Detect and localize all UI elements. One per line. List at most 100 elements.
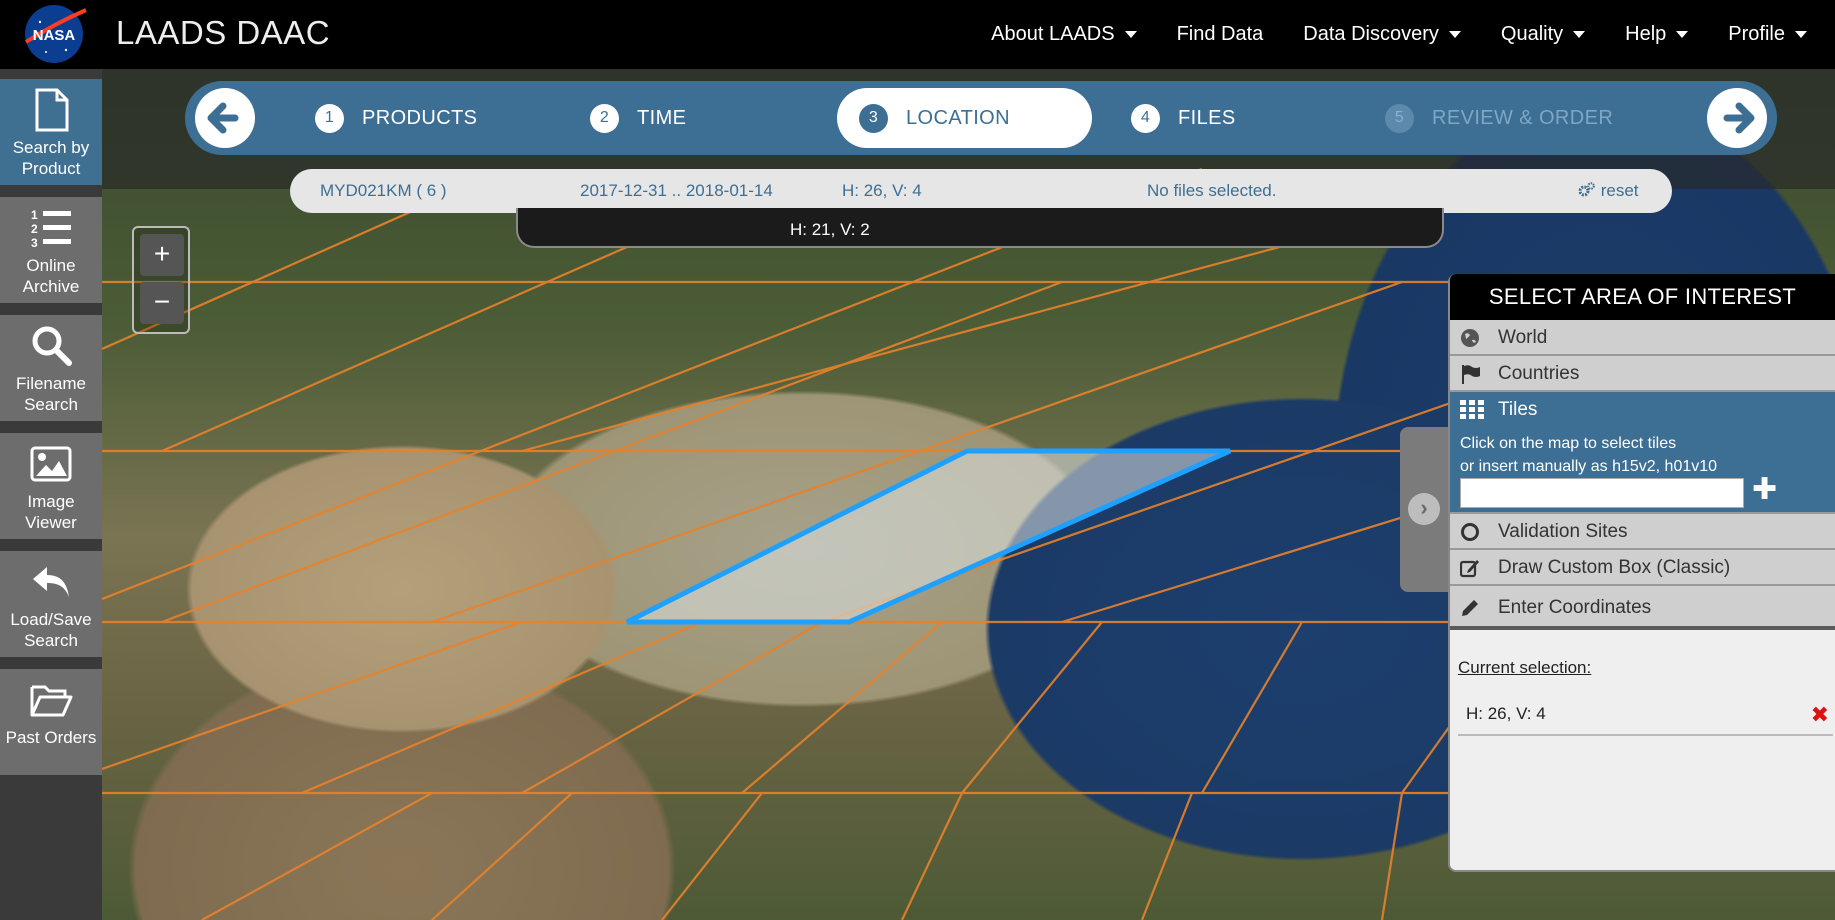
panel-collapse-tab[interactable]: › xyxy=(1400,427,1450,592)
step-products[interactable]: 1 PRODUCTS xyxy=(315,88,477,148)
arrow-right-icon xyxy=(1723,102,1755,134)
svg-text:3: 3 xyxy=(31,236,38,250)
step-review-order: 5 REVIEW & ORDER xyxy=(1385,88,1613,148)
current-selection-value: H: 26, V: 4 xyxy=(1466,704,1546,723)
caret-down-icon xyxy=(1448,31,1461,38)
nav-label: Data Discovery xyxy=(1303,23,1439,45)
zoom-out-button[interactable]: − xyxy=(140,282,184,324)
tiles-input[interactable] xyxy=(1460,478,1744,508)
nav-data-discovery[interactable]: Data Discovery xyxy=(1303,23,1461,46)
sidebar-item-online-archive[interactable]: 1 2 3 Online Archive xyxy=(0,197,102,309)
summary-daterange[interactable]: 2017-12-31 .. 2018-01-14 xyxy=(580,181,773,201)
step-label: LOCATION xyxy=(906,106,1010,129)
zoom-control: + − xyxy=(132,226,190,334)
panel-title: SELECT AREA OF INTEREST xyxy=(1450,274,1835,320)
step-files[interactable]: 4 FILES xyxy=(1131,88,1236,148)
option-tiles[interactable]: Tiles Click on the map to select tiles o… xyxy=(1450,392,1835,514)
option-enter-coordinates[interactable]: Enter Coordinates xyxy=(1450,586,1835,630)
nav-find-data[interactable]: Find Data xyxy=(1177,23,1264,46)
edit-icon xyxy=(1460,560,1479,578)
step-label: TIME xyxy=(637,106,687,129)
sidebar-label: Past Orders xyxy=(5,728,97,747)
tiles-help-text: Click on the map to select tiles or inse… xyxy=(1460,432,1717,478)
step-time[interactable]: 2 TIME xyxy=(590,88,686,148)
caret-down-icon xyxy=(1795,31,1807,38)
sidebar-label: Filename Search xyxy=(16,374,86,414)
option-label: Countries xyxy=(1498,363,1580,384)
numbered-list-icon: 1 2 3 xyxy=(31,208,71,250)
sidebar-item-load-save-search[interactable]: Load/Save Search xyxy=(0,551,102,663)
tile-hover-info: H: 21, V: 2 xyxy=(516,208,1444,248)
caret-down-icon xyxy=(1124,31,1137,38)
image-icon xyxy=(30,446,72,482)
grid-icon xyxy=(1460,400,1484,419)
sidebar-label: Online Archive xyxy=(22,256,80,296)
nasa-logo-text: NASA xyxy=(33,27,76,44)
search-icon xyxy=(32,326,72,366)
flag-icon xyxy=(1462,365,1480,384)
step-location[interactable]: 3 LOCATION xyxy=(837,88,1092,148)
step-wizard: 1 PRODUCTS 2 TIME 3 LOCATION 4 FILES 5 REVIEW… xyxy=(185,81,1777,155)
svg-text:1: 1 xyxy=(31,208,38,222)
sidebar-item-past-orders[interactable]: Past Orders xyxy=(0,669,102,781)
reply-icon xyxy=(33,567,69,597)
folder-open-icon xyxy=(30,685,73,717)
sidebar-label: Load/Save Search xyxy=(10,610,92,650)
site-title[interactable]: LAADS DAAC xyxy=(116,14,330,52)
next-step-button[interactable] xyxy=(1707,88,1767,148)
zoom-in-button[interactable]: + xyxy=(140,234,184,276)
option-label: Validation Sites xyxy=(1498,521,1628,542)
sidebar-item-search-by-product[interactable]: Search by Product xyxy=(0,79,102,191)
option-label: Tiles xyxy=(1498,399,1538,420)
circle-outline-icon xyxy=(1461,523,1479,541)
option-validation-sites[interactable]: Validation Sites xyxy=(1450,514,1835,550)
caret-down-icon xyxy=(1573,31,1586,38)
pencil-icon xyxy=(1462,600,1478,616)
previous-step-button[interactable] xyxy=(195,88,255,148)
current-selection-row: H: 26, V: 4 ✖ xyxy=(1458,694,1833,736)
step-label: FILES xyxy=(1178,106,1236,129)
summary-product[interactable]: MYD021KM ( 6 ) xyxy=(320,181,447,201)
step-number: 5 xyxy=(1385,103,1414,133)
reset-button[interactable]: reset xyxy=(1578,181,1639,201)
sidebar-item-image-viewer[interactable]: Image Viewer xyxy=(0,433,102,545)
summary-files[interactable]: No files selected. xyxy=(1147,181,1276,201)
nav-label: Find Data xyxy=(1176,23,1264,45)
option-countries[interactable]: Countries xyxy=(1450,356,1835,392)
remove-selection-icon[interactable]: ✖ xyxy=(1811,702,1829,728)
option-world[interactable]: World xyxy=(1450,320,1835,356)
search-summary-bar: MYD021KM ( 6 ) 2017-12-31 .. 2018-01-14 … xyxy=(290,169,1672,213)
reset-label: reset xyxy=(1600,181,1639,200)
svg-text:2: 2 xyxy=(31,222,38,236)
step-number: 1 xyxy=(315,103,344,133)
nav-help[interactable]: Help xyxy=(1625,23,1689,46)
step-label: REVIEW & ORDER xyxy=(1432,106,1614,129)
nav-profile[interactable]: Profile xyxy=(1728,23,1807,46)
nav-label: Help xyxy=(1625,23,1667,45)
add-tile-button[interactable]: ✚ xyxy=(1752,474,1777,506)
area-of-interest-panel: SELECT AREA OF INTEREST World Countries … xyxy=(1448,274,1835,872)
sidebar-item-filename-search[interactable]: Filename Search xyxy=(0,315,102,427)
nasa-logo[interactable]: NASA xyxy=(20,2,88,66)
arrow-left-icon xyxy=(207,102,239,134)
summary-tile[interactable]: H: 26, V: 4 xyxy=(842,181,922,201)
nav-label: Profile xyxy=(1728,23,1785,45)
step-number: 4 xyxy=(1131,103,1160,133)
option-label: Enter Coordinates xyxy=(1498,597,1652,618)
nav-label: About LAADS xyxy=(991,23,1115,45)
chevron-right-icon: › xyxy=(1408,493,1440,525)
nav-about-laads[interactable]: About LAADS xyxy=(991,23,1137,46)
caret-down-icon xyxy=(1676,31,1689,38)
left-sidebar: Search by Product 1 2 3 Online Archive F… xyxy=(0,69,102,920)
globe-icon xyxy=(1461,329,1479,347)
tiles-help-line-2: or insert manually as h15v2, h01v10 xyxy=(1460,458,1718,475)
step-number: 3 xyxy=(859,103,888,133)
top-navbar: NASA LAADS DAAC About LAADS Find Data Da… xyxy=(0,0,1835,69)
option-draw-custom-box[interactable]: Draw Custom Box (Classic) xyxy=(1450,550,1835,586)
step-label: PRODUCTS xyxy=(362,106,478,129)
selected-tile-h26v4 xyxy=(625,448,1232,625)
nav-quality[interactable]: Quality xyxy=(1501,23,1586,46)
step-number: 2 xyxy=(590,103,619,133)
option-label: Draw Custom Box (Classic) xyxy=(1498,557,1731,578)
option-label: World xyxy=(1498,327,1548,348)
